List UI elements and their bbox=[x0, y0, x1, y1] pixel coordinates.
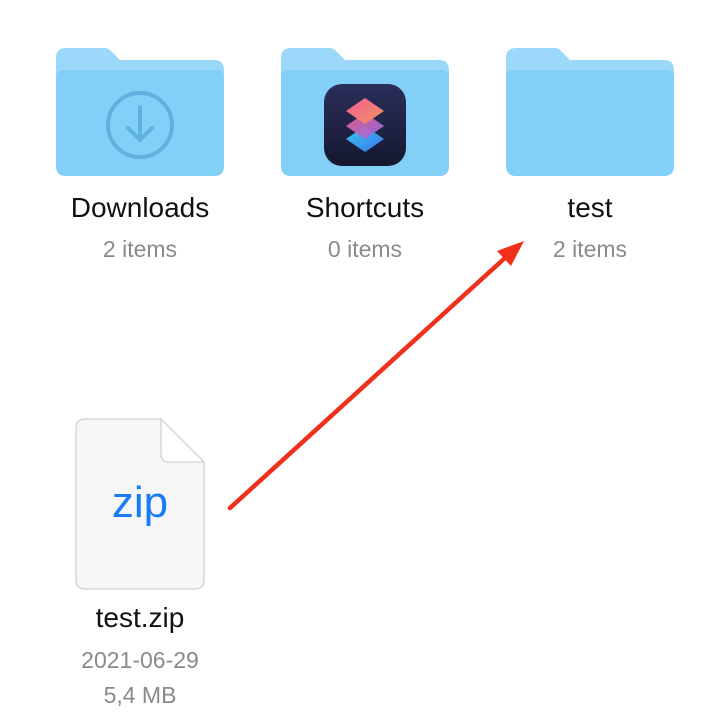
folder-name: Downloads bbox=[70, 192, 210, 223]
folder-item-count: 0 items bbox=[327, 236, 403, 262]
download-arrow-icon bbox=[106, 91, 174, 159]
file-size: 5,4 MB bbox=[103, 682, 177, 708]
file-date: 2021-06-29 bbox=[81, 647, 199, 673]
file-name: test.zip bbox=[95, 602, 185, 633]
shortcuts-app-icon bbox=[324, 84, 406, 166]
folder-name: Shortcuts bbox=[305, 192, 425, 223]
folder-shortcuts[interactable]: Shortcuts 0 items bbox=[265, 40, 465, 270]
folder-item-count: 2 items bbox=[552, 236, 628, 262]
folder-downloads[interactable]: Downloads 2 items bbox=[40, 40, 240, 270]
arrow-shaft bbox=[227, 254, 509, 511]
folder-test[interactable]: test 2 items bbox=[490, 40, 690, 270]
file-test-zip[interactable]: zip test.zip 2021-06-29 5,4 MB bbox=[40, 415, 240, 715]
file-type-label: zip bbox=[111, 478, 169, 527]
folder-icon bbox=[506, 48, 674, 176]
folder-item-count: 2 items bbox=[102, 236, 178, 262]
folder-name: test bbox=[567, 192, 613, 223]
